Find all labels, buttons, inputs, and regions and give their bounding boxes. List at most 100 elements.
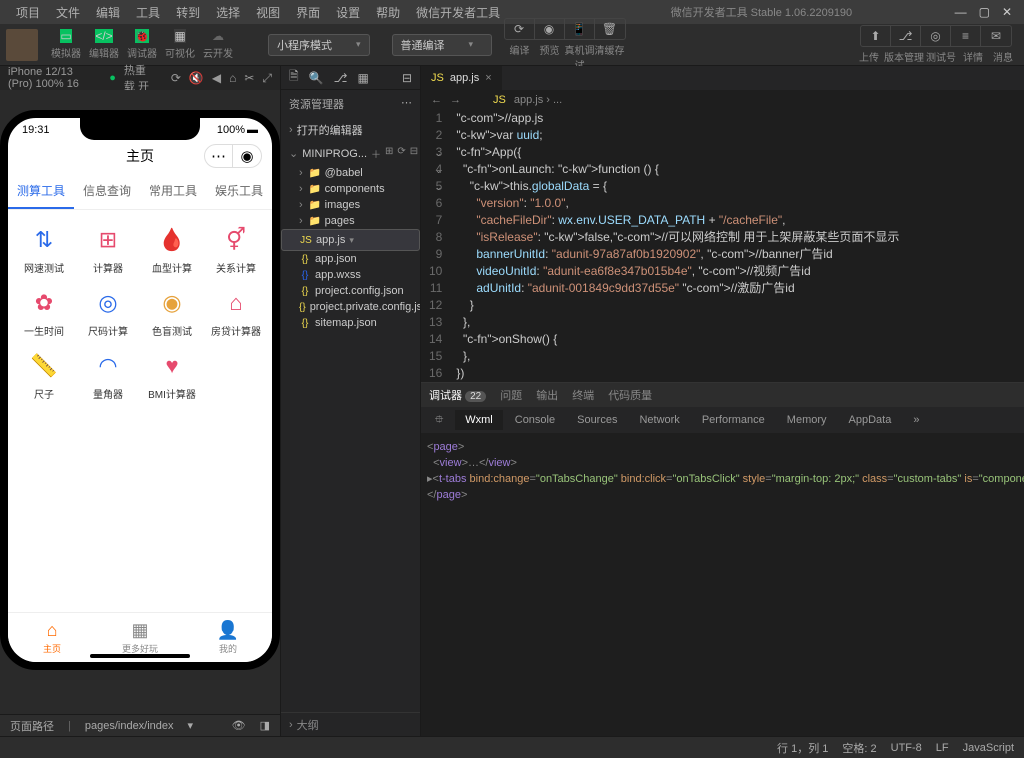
dock-icon[interactable]: ◨	[260, 719, 270, 732]
new-folder-icon[interactable]: ⊞	[385, 146, 393, 161]
refresh-icon[interactable]: ⟳	[397, 146, 405, 161]
app-item[interactable]: ⇅网速测试	[12, 220, 76, 279]
dbg-tab[interactable]: 调试器 22	[429, 387, 486, 403]
menu-工具[interactable]: 工具	[128, 0, 168, 25]
close-icon[interactable]: ✕	[1002, 5, 1012, 19]
device-label[interactable]: iPhone 12/13 (Pro) 100% 16	[8, 66, 99, 90]
language[interactable]: JavaScript	[963, 742, 1014, 754]
nav-fwd-icon[interactable]: →	[450, 94, 461, 106]
app-item[interactable]: ⚥关系计算	[204, 220, 268, 279]
float-icon[interactable]: ⤢	[262, 71, 272, 86]
dbg-tab[interactable]: 问题	[500, 387, 522, 403]
upload-icon[interactable]: ⬆	[861, 26, 891, 46]
menu-设置[interactable]: 设置	[328, 0, 368, 25]
editor-button[interactable]: </>	[95, 29, 112, 43]
capsule-menu-icon[interactable]: ⋯	[205, 145, 233, 167]
app-item[interactable]: ⌂房贷计算器	[204, 283, 268, 342]
nav-back-icon[interactable]: ←	[431, 94, 442, 106]
tree-node[interactable]: {}app.wxss	[281, 267, 420, 283]
visual-button[interactable]: ▦	[174, 29, 185, 43]
app-item[interactable]: ✿一生时间	[12, 283, 76, 342]
mini-tab[interactable]: 娱乐工具	[206, 174, 272, 209]
debugger-button[interactable]: 🐞	[135, 29, 150, 43]
devtool-tab[interactable]: Wxml	[455, 410, 503, 430]
tree-node[interactable]: JSapp.js	[281, 229, 420, 251]
tree-node[interactable]: {}project.private.config.js...	[281, 299, 420, 315]
app-item[interactable]: ⊞计算器	[76, 220, 140, 279]
tree-node[interactable]: 📁@babel	[281, 165, 420, 181]
project-avatar[interactable]	[6, 29, 38, 61]
eol[interactable]: LF	[936, 742, 949, 754]
menu-选择[interactable]: 选择	[208, 0, 248, 25]
tab-close-icon[interactable]: ×	[485, 72, 491, 84]
cloud-button[interactable]: ☁	[212, 29, 224, 43]
inspect-icon[interactable]: ⯐	[425, 407, 453, 434]
tree-node[interactable]: 📁components	[281, 181, 420, 197]
app-item[interactable]: ◠量角器	[76, 346, 140, 405]
preview-icon[interactable]: ◉	[535, 19, 565, 39]
menu-编辑[interactable]: 编辑	[88, 0, 128, 25]
tree-node[interactable]: {}sitemap.json	[281, 315, 420, 331]
minimize-icon[interactable]: —	[955, 5, 967, 19]
files-icon[interactable]: 🗎	[289, 67, 299, 88]
code-area[interactable]: 123⌄4⌄5⌄678910111213141516 "c-com">//app…	[421, 110, 1024, 382]
app-item[interactable]: 📏尺子	[12, 346, 76, 405]
menu-微信开发者工具[interactable]: 微信开发者工具	[408, 0, 508, 25]
eye-icon[interactable]: 👁	[232, 719, 246, 732]
collapse-icon[interactable]: ⊟	[402, 71, 412, 85]
testid-icon[interactable]: ◎	[921, 26, 951, 46]
dbg-tab[interactable]: 代码质量	[608, 387, 652, 403]
simulator-button[interactable]: ▭	[60, 29, 71, 43]
devtool-tab[interactable]: Sources	[567, 410, 627, 430]
compile-select[interactable]: 普通编译	[392, 34, 492, 56]
compile-icon[interactable]: ⟳	[505, 19, 535, 39]
mini-tab[interactable]: 信息查询	[74, 174, 140, 209]
menu-帮助[interactable]: 帮助	[368, 0, 408, 25]
more-icon[interactable]: ⋯	[401, 96, 412, 112]
menu-文件[interactable]: 文件	[48, 0, 88, 25]
menu-界面[interactable]: 界面	[288, 0, 328, 25]
outline-section[interactable]: 大纲	[281, 712, 420, 736]
tree-node[interactable]: {}app.json	[281, 251, 420, 267]
menu-项目[interactable]: 项目	[8, 0, 48, 25]
devtool-tab[interactable]: Network	[629, 410, 689, 430]
devtool-tab[interactable]: AppData	[839, 410, 902, 430]
devtool-tab[interactable]: Performance	[692, 410, 775, 430]
capsule-close-icon[interactable]: ◉	[233, 145, 261, 167]
new-file-icon[interactable]: ＋	[371, 146, 381, 161]
git-icon[interactable]: ⎇	[334, 71, 348, 85]
msg-icon[interactable]: ✉	[981, 26, 1011, 46]
mini-tab[interactable]: 测算工具	[8, 174, 74, 209]
ext-icon[interactable]: ▦	[357, 71, 368, 85]
version-icon[interactable]: ⎇	[891, 26, 921, 46]
app-item[interactable]: ♥BMI计算器	[140, 346, 204, 405]
app-item[interactable]: ◎尺码计算	[76, 283, 140, 342]
mode-select[interactable]: 小程序模式	[268, 34, 370, 56]
project-section[interactable]: MINIPROG... ＋⊞⟳⊟	[281, 142, 420, 165]
tree-node[interactable]: 📁pages	[281, 213, 420, 229]
spaces[interactable]: 空格: 2	[842, 740, 876, 756]
detail-icon[interactable]: ≡	[951, 26, 981, 46]
menu-转到[interactable]: 转到	[168, 0, 208, 25]
page-path[interactable]: pages/index/index	[85, 720, 174, 732]
breadcrumb[interactable]: app.js › ...	[514, 94, 562, 106]
tree-node[interactable]: 📁images	[281, 197, 420, 213]
maximize-icon[interactable]: ▢	[979, 5, 990, 19]
rotate-icon[interactable]: ⟳	[171, 71, 181, 85]
collapse-all-icon[interactable]: ⊟	[410, 146, 418, 161]
opened-editors-section[interactable]: 打开的编辑器	[281, 118, 420, 142]
editor-tab-appjs[interactable]: JSapp.js×	[421, 66, 502, 90]
app-item[interactable]: ◉色盲测试	[140, 283, 204, 342]
dbg-tab[interactable]: 终端	[572, 387, 594, 403]
wxml-tree[interactable]: <page> <view>…</view> ▸<t-tabs bind:chan…	[421, 433, 1024, 612]
mute-icon[interactable]: 🔇	[189, 71, 204, 85]
tree-node[interactable]: {}project.config.json	[281, 283, 420, 299]
mini-tab[interactable]: 常用工具	[140, 174, 206, 209]
bottom-tab[interactable]: 👤我的	[184, 613, 272, 662]
home-icon[interactable]: ⌂	[229, 71, 236, 85]
bottom-tab[interactable]: ⌂主页	[8, 613, 96, 662]
app-item[interactable]: 🩸血型计算	[140, 220, 204, 279]
devtool-tab[interactable]: Memory	[777, 410, 837, 430]
devtool-tab[interactable]: Console	[505, 410, 565, 430]
encoding[interactable]: UTF-8	[891, 742, 922, 754]
